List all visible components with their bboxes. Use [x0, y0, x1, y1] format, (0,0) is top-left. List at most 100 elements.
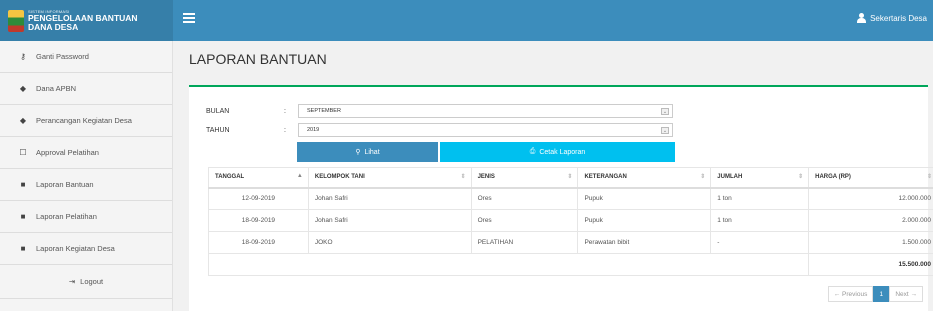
- table-row: 18-09-2019 JOKO PELATIHAN Perawatan bibi…: [208, 231, 933, 254]
- previous-page-button[interactable]: ← Previous: [827, 286, 874, 302]
- sidebar-item-label: Approval Pelatihan: [36, 148, 99, 157]
- total-harga: 15.500.000: [808, 253, 933, 276]
- table-header-row: TANGGAL ▲ KELOMPOK TANI ⇕ JENIS ⇕ KETERANGA…: [208, 167, 933, 189]
- header-label: KELOMPOK TANI: [314, 174, 365, 181]
- column-header-kelompok-tani[interactable]: KELOMPOK TANI ⇕: [307, 167, 472, 189]
- book-icon: ■: [20, 180, 26, 189]
- tahun-label: TAHUN: [206, 126, 230, 134]
- cell-keterangan: Pupuk: [577, 209, 712, 232]
- chevron-down-icon: ⌄: [661, 127, 669, 134]
- chat-icon: ☐: [19, 148, 27, 157]
- table-total-row: 15.500.000: [207, 253, 933, 276]
- cell-jumlah: 1 ton: [710, 187, 810, 210]
- sidebar-item-ganti-password[interactable]: ⚷ Ganti Password: [0, 41, 172, 73]
- sort-icon: ⇕: [798, 174, 804, 180]
- cell-jenis: Ores: [470, 209, 579, 232]
- user-icon: [857, 13, 867, 23]
- user-label: Sekertaris Desa: [870, 13, 927, 23]
- sidebar-item-label: Laporan Kegiatan Desa: [36, 244, 115, 253]
- sort-icon: ⇕: [926, 174, 932, 180]
- sidebar-item-label: Perancangan Kegiatan Desa: [36, 116, 132, 125]
- report-table: TANGGAL ▲ KELOMPOK TANI ⇕ JENIS ⇕ KETERANGA…: [207, 167, 933, 276]
- tag-icon: ◆: [19, 84, 27, 93]
- bulan-select[interactable]: SEPTEMBER ⌄: [298, 104, 673, 118]
- brand-logo-area[interactable]: SISTEM INFORMASI PENGELOLAAN BANTUAN DAN…: [0, 0, 173, 41]
- column-header-jenis[interactable]: JENIS ⇕: [470, 167, 579, 189]
- app-logo-icon: [8, 9, 24, 32]
- bulan-row: BULAN : SEPTEMBER ⌄: [206, 104, 673, 118]
- header-label: JENIS: [477, 174, 495, 181]
- sort-asc-icon: ▲: [296, 173, 303, 179]
- table-row: 12-09-2019 Johan Safri Ores Pupuk 1 ton …: [208, 187, 933, 210]
- cell-jumlah: -: [710, 231, 810, 254]
- cell-jenis: PELATIHAN: [470, 231, 579, 254]
- sidebar-item-laporan-kegiatan-desa[interactable]: ■ Laporan Kegiatan Desa: [0, 233, 172, 265]
- tag-icon: ◆: [19, 116, 27, 125]
- sort-icon: ⇕: [567, 174, 573, 180]
- column-header-harga[interactable]: HARGA (RP) ⇕: [808, 167, 933, 189]
- cell-tanggal: 12-09-2019: [208, 187, 309, 210]
- bulan-label: BULAN: [206, 107, 230, 115]
- header-label: HARGA (RP): [815, 174, 851, 181]
- brand-subtitle: SISTEM INFORMASI: [28, 9, 70, 14]
- book-icon: ■: [20, 212, 26, 221]
- sidebar-item-label: Ganti Password: [36, 52, 89, 61]
- logout-label: Logout: [80, 277, 104, 286]
- logout-button[interactable]: ⇥ Logout: [0, 265, 172, 299]
- sidebar-item-label: Dana APBN: [36, 84, 77, 93]
- sidebar-item-label: Laporan Bantuan: [36, 180, 94, 189]
- top-navbar: SISTEM INFORMASI PENGELOLAAN BANTUAN DAN…: [0, 0, 933, 41]
- cetak-laporan-button[interactable]: ⎙ Cetak Laporan: [440, 142, 675, 162]
- cell-keterangan: Perawatan bibit: [577, 231, 712, 254]
- total-spacer: [207, 253, 810, 276]
- cell-kelompok-tani: JOKO: [307, 231, 472, 254]
- page-1-button[interactable]: 1: [873, 286, 890, 302]
- page-title: LAPORAN BANTUAN: [189, 51, 327, 67]
- user-menu[interactable]: Sekertaris Desa: [857, 13, 927, 23]
- cell-tanggal: 18-09-2019: [208, 231, 309, 254]
- header-label: KETERANGAN: [584, 174, 627, 181]
- tahun-select-value: 2019: [307, 127, 320, 133]
- sidebar: ⚷ Ganti Password ◆ Dana APBN ◆ Perancang…: [0, 41, 173, 311]
- sidebar-toggle-icon[interactable]: [183, 13, 195, 23]
- brand-text: SISTEM INFORMASI PENGELOLAAN BANTUAN DAN…: [28, 10, 138, 31]
- header-label: JUMLAH: [717, 174, 743, 181]
- tahun-select[interactable]: 2019 ⌄: [298, 123, 673, 137]
- cell-harga: 2.000.000: [808, 209, 933, 232]
- pagination: ← Previous 1 Next →: [827, 286, 923, 302]
- cetak-label: Cetak Laporan: [539, 148, 586, 156]
- sidebar-item-perancangan-kegiatan-desa[interactable]: ◆ Perancangan Kegiatan Desa: [0, 105, 172, 137]
- logout-icon: ⇥: [68, 277, 76, 286]
- cell-kelompok-tani: Johan Safri: [307, 209, 472, 232]
- table-row: 18-09-2019 Johan Safri Ores Pupuk 1 ton …: [208, 209, 933, 232]
- column-header-jumlah[interactable]: JUMLAH ⇕: [710, 167, 810, 189]
- sidebar-item-approval-pelatihan[interactable]: ☐ Approval Pelatihan: [0, 137, 172, 169]
- cell-tanggal: 18-09-2019: [208, 209, 309, 232]
- cell-harga: 1.500.000: [808, 231, 933, 254]
- sidebar-item-dana-apbn[interactable]: ◆ Dana APBN: [0, 73, 172, 105]
- cell-harga: 12.000.000: [808, 187, 933, 210]
- chevron-down-icon: ⌄: [661, 108, 669, 115]
- sidebar-item-laporan-bantuan[interactable]: ■ Laporan Bantuan: [0, 169, 172, 201]
- lihat-label: Lihat: [364, 148, 380, 156]
- brand-title-line2: DANA DESA: [28, 21, 79, 32]
- colon: :: [284, 107, 286, 115]
- cell-jenis: Ores: [470, 187, 579, 210]
- main-content: LAPORAN BANTUAN BULAN : SEPTEMBER ⌄ TAHU…: [173, 41, 933, 311]
- column-header-keterangan[interactable]: KETERANGAN ⇕: [577, 167, 712, 189]
- next-page-button[interactable]: Next →: [889, 286, 923, 302]
- cell-jumlah: 1 ton: [710, 209, 810, 232]
- tahun-row: TAHUN : 2019 ⌄: [206, 123, 673, 137]
- sidebar-item-label: Laporan Pelatihan: [36, 212, 97, 221]
- column-header-tanggal[interactable]: TANGGAL ▲: [208, 167, 309, 189]
- lihat-button[interactable]: ⚲ Lihat: [297, 142, 438, 162]
- sidebar-item-laporan-pelatihan[interactable]: ■ Laporan Pelatihan: [0, 201, 172, 233]
- cell-keterangan: Pupuk: [577, 187, 712, 210]
- report-box: BULAN : SEPTEMBER ⌄ TAHUN : 2019 ⌄ ⚲ Lih…: [189, 85, 933, 311]
- bulan-select-value: SEPTEMBER: [307, 108, 341, 114]
- sort-icon: ⇕: [700, 174, 706, 180]
- key-icon: ⚷: [20, 52, 26, 61]
- colon: :: [284, 126, 286, 134]
- sort-icon: ⇕: [460, 174, 466, 180]
- book-icon: ■: [20, 244, 26, 253]
